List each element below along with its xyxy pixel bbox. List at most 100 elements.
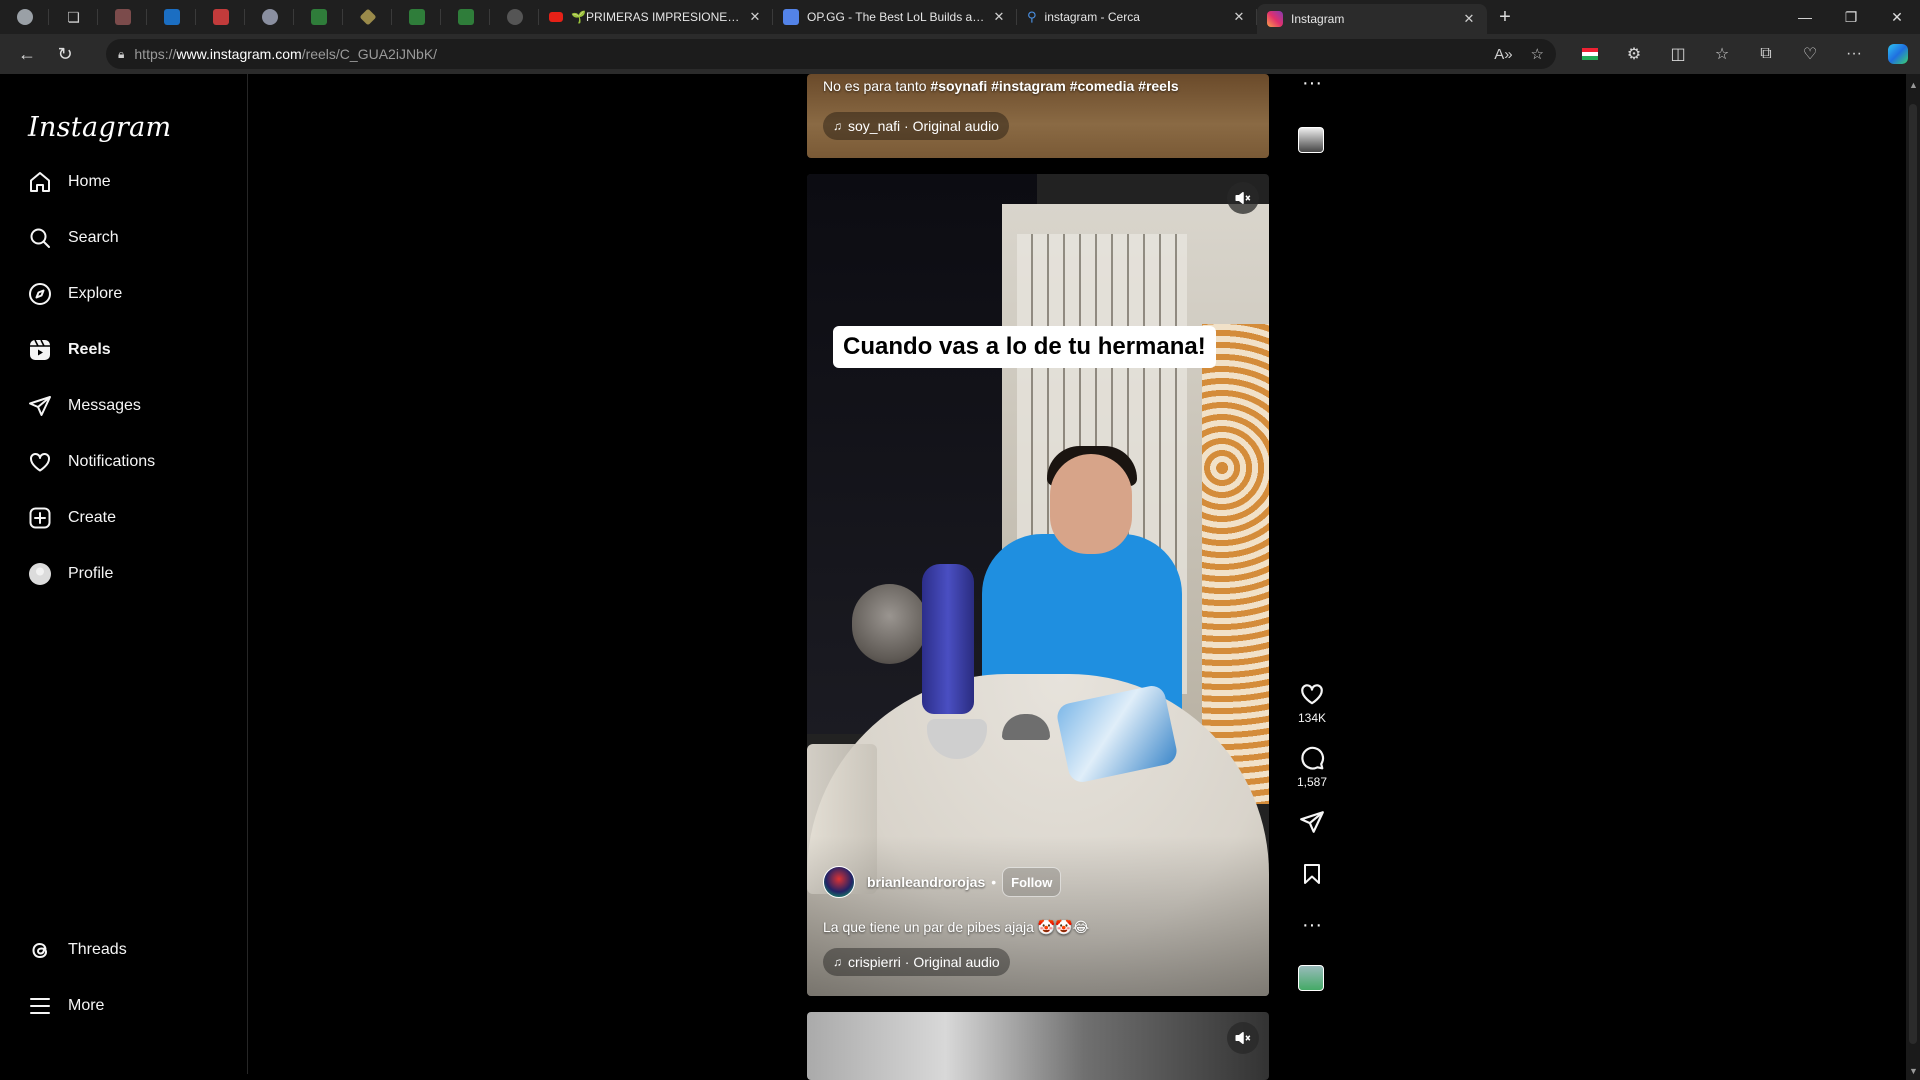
close-icon[interactable]: ✕ xyxy=(1231,9,1247,25)
more-options-button[interactable]: ··· xyxy=(1296,72,1328,94)
close-window-button[interactable]: ✕ xyxy=(1874,0,1920,34)
pinned-tab-8[interactable] xyxy=(441,0,490,34)
explore-icon xyxy=(16,270,64,318)
like-button[interactable]: 134K xyxy=(1296,681,1328,725)
refresh-button[interactable]: ↻ xyxy=(46,38,84,70)
favorite-star-icon[interactable]: ☆ xyxy=(1531,45,1544,63)
minimize-button[interactable]: — xyxy=(1782,0,1828,34)
save-button[interactable] xyxy=(1296,862,1328,886)
browser-toolbar: ← ↻ 🔒︎ https://www.instagram.com/reels/C… xyxy=(0,34,1920,74)
nav-label: Home xyxy=(68,173,111,190)
follow-button[interactable]: Follow xyxy=(1002,867,1062,897)
read-aloud-icon[interactable]: A» xyxy=(1494,46,1512,63)
tab-opgg[interactable]: OP.GG - The Best LoL Builds and T ✕ xyxy=(773,0,1017,34)
instagram-logo[interactable]: Instagram xyxy=(28,112,171,143)
more-options-button[interactable]: ··· xyxy=(1296,915,1328,935)
tab-favicon-sheet xyxy=(457,9,474,25)
nav-explore[interactable]: Explore xyxy=(16,270,236,318)
tab-favicon-red xyxy=(212,9,229,25)
collections-icon[interactable]: ⧉ xyxy=(1744,34,1788,74)
reel-next[interactable] xyxy=(807,1012,1269,1080)
opgg-icon xyxy=(783,9,799,25)
page-scrollbar[interactable]: ▲ ▼ xyxy=(1906,74,1920,1080)
copilot-icon[interactable] xyxy=(1876,34,1920,74)
workspaces-button[interactable]: ❏ xyxy=(49,0,98,34)
close-icon[interactable]: ✕ xyxy=(991,9,1007,25)
nav-more[interactable]: More xyxy=(16,982,236,1030)
scrollbar-thumb[interactable] xyxy=(1909,104,1917,1044)
tab-title: 🌱PRIMERAS IMPRESIONES de K xyxy=(571,10,741,24)
pinned-tab-3[interactable] xyxy=(196,0,245,34)
caption-text: No es para tanto xyxy=(823,78,931,94)
tab-youtube[interactable]: 🌱PRIMERAS IMPRESIONES de K ✕ xyxy=(539,0,773,34)
reel-current[interactable]: Cuando vas a lo de tu hermana! brianlean… xyxy=(807,174,1269,996)
music-note-icon: ♫ xyxy=(833,119,842,133)
audio-link[interactable]: ♫ soy_nafi · Original audio xyxy=(823,112,1009,140)
nav-label: Profile xyxy=(68,565,114,582)
pinned-tab-6[interactable] xyxy=(343,0,392,34)
scroll-down-arrow[interactable]: ▼ xyxy=(1909,1066,1918,1076)
profile-button[interactable] xyxy=(0,0,49,34)
tab-bing-search[interactable]: ⚲ instagram - Cerca ✕ xyxy=(1017,0,1257,34)
mute-button[interactable] xyxy=(1227,182,1259,214)
like-count: 134K xyxy=(1297,711,1327,725)
author-username[interactable]: brianleandrorojas xyxy=(867,874,985,890)
nav-profile[interactable]: Profile xyxy=(16,550,236,598)
nav-search[interactable]: Search xyxy=(16,214,236,262)
author-avatar[interactable] xyxy=(823,866,855,898)
nav-reels[interactable]: Reels xyxy=(16,326,236,374)
audio-link[interactable]: ♫ crispierri · Original audio xyxy=(823,948,1010,976)
profile-icon xyxy=(16,9,33,25)
reel-caption: La que tiene un par de pibes ajaja 🤡🤡😂 xyxy=(823,919,1090,935)
pinned-tab-5[interactable] xyxy=(294,0,343,34)
lock-icon: 🔒︎ xyxy=(118,46,125,61)
profile-avatar-icon xyxy=(16,550,64,598)
instagram-icon xyxy=(1267,11,1283,27)
back-button[interactable]: ← xyxy=(8,38,46,70)
settings-more-icon[interactable]: ··· xyxy=(1832,34,1876,74)
tab-instagram[interactable]: Instagram ✕ xyxy=(1257,4,1487,34)
bookmark-icon xyxy=(1304,864,1320,884)
close-icon[interactable]: ✕ xyxy=(747,9,763,25)
restore-button[interactable]: ❐ xyxy=(1828,0,1874,34)
audio-label: crispierri · Original audio xyxy=(848,954,1000,970)
browser-essentials-icon[interactable]: ♡ xyxy=(1788,34,1832,74)
more-horizontal-icon: ··· xyxy=(1302,72,1322,94)
messages-icon xyxy=(16,382,64,430)
dog-figure xyxy=(852,584,927,664)
address-bar[interactable]: 🔒︎ https://www.instagram.com/reels/C_GUA… xyxy=(106,39,1556,69)
reel-previous[interactable]: No es para tanto #soynafi #instagram #co… xyxy=(807,74,1269,158)
pinned-tab-1[interactable] xyxy=(98,0,147,34)
create-icon xyxy=(16,494,64,542)
caption-hashtags[interactable]: #soynafi #instagram #comedia #reels xyxy=(930,78,1178,94)
close-icon[interactable]: ✕ xyxy=(1461,11,1477,27)
nav-create[interactable]: Create xyxy=(16,494,236,542)
extensions-icon[interactable]: ⚙ xyxy=(1612,34,1656,74)
audio-thumbnail[interactable] xyxy=(1298,127,1324,153)
menu-icon xyxy=(16,982,64,1030)
comment-button[interactable]: 1,587 xyxy=(1296,745,1328,789)
split-screen-icon[interactable]: ◫ xyxy=(1656,34,1700,74)
new-tab-button[interactable]: + xyxy=(1487,0,1523,34)
heart-icon xyxy=(1301,684,1323,705)
nav-home[interactable]: Home xyxy=(16,158,236,206)
pinned-tab-7[interactable] xyxy=(392,0,441,34)
nav-label: Explore xyxy=(68,285,123,302)
pinned-tab-4[interactable] xyxy=(245,0,294,34)
mute-button[interactable] xyxy=(1227,1022,1259,1054)
tab-favicon-sheet xyxy=(408,9,425,25)
pinned-tab-2[interactable] xyxy=(147,0,196,34)
search-icon xyxy=(16,214,64,262)
nav-label: Notifications xyxy=(68,453,156,470)
pinned-tab-9[interactable] xyxy=(490,0,539,34)
scroll-up-arrow[interactable]: ▲ xyxy=(1909,80,1918,90)
tab-title: OP.GG - The Best LoL Builds and T xyxy=(807,10,985,24)
nav-threads[interactable]: Threads xyxy=(16,926,236,974)
nav-messages[interactable]: Messages xyxy=(16,382,236,430)
favorites-icon[interactable]: ☆ xyxy=(1700,34,1744,74)
share-button[interactable] xyxy=(1296,809,1328,835)
nav-notifications[interactable]: Notifications xyxy=(16,438,236,486)
extension-flag-icon[interactable] xyxy=(1568,34,1612,74)
muted-speaker-icon xyxy=(1235,1032,1251,1044)
audio-thumbnail[interactable] xyxy=(1298,965,1324,991)
